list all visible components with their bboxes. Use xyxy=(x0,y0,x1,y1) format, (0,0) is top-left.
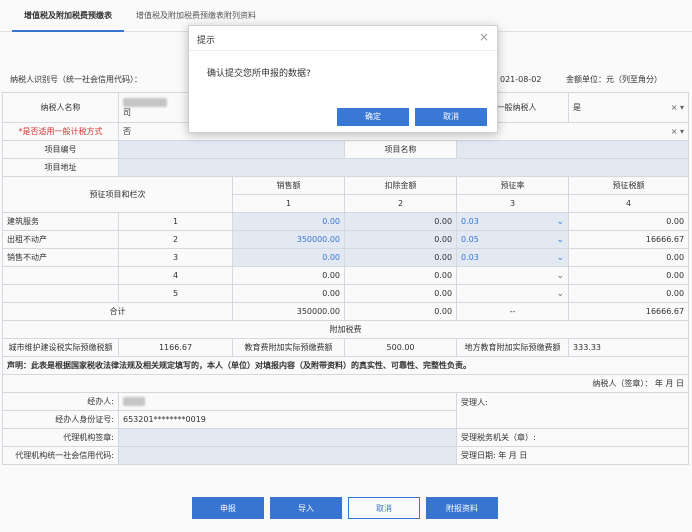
dialog-title: 提示 xyxy=(197,36,216,46)
dialog-cancel-button[interactable]: 取消 xyxy=(415,108,487,126)
close-icon[interactable]: × xyxy=(479,30,489,44)
dialog-ok-button[interactable]: 确定 xyxy=(337,108,409,126)
confirm-dialog: 提示 × 确认提交您所申报的数据? 确定 取消 xyxy=(188,25,498,133)
dialog-message: 确认提交您所申报的数据? xyxy=(207,69,311,79)
dialog-divider xyxy=(189,50,497,51)
